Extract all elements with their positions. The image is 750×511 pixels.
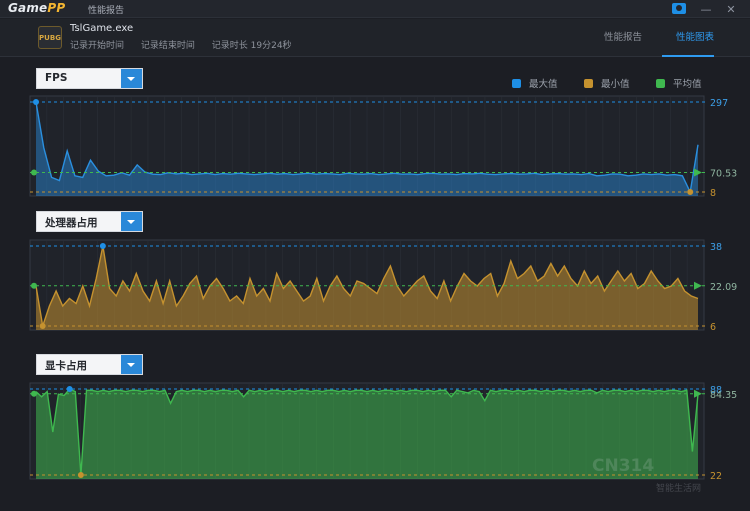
min-value-label: 8 [710,188,716,199]
gpu-select-label: 显卡占用 [45,360,87,372]
tab-performance-chart[interactable]: 性能图表 [676,29,714,43]
record-duration: 记录时长 19分24秒 [211,41,292,51]
max-value-label: 297 [710,98,728,109]
fps-chart: 297 70.53 8 [29,95,737,199]
avg-marker [31,169,37,176]
title-bar: GamePP 性能报告 — ✕ [0,0,750,18]
legend-avg: 平均值 [656,76,702,90]
avg-marker [31,390,37,397]
legend-max-swatch [512,78,521,88]
record-end-label: 记录结束时间 [140,41,195,51]
fps-select-label: FPS [45,72,68,84]
window-title: 性能报告 [88,6,125,16]
legend-min: 最小值 [584,76,630,90]
chevron-down-icon[interactable] [121,212,142,231]
avg-marker [31,282,37,289]
gpu-metric-select[interactable]: 显卡占用 [36,354,143,375]
tab-performance-report[interactable]: 性能报告 [604,29,642,43]
gamepp-logo: GamePP [8,1,66,15]
report-header: PUBG TslGame.exe 记录开始时间 记录结束时间 记录时长 19分2… [0,19,750,57]
legend-avg-label: 平均值 [673,79,702,90]
avg-value-label: 70.53 [710,169,737,180]
record-start-label: 记录开始时间 [70,41,125,51]
cpu-metric-select[interactable]: 处理器占用 [36,211,143,232]
active-tab-indicator [662,55,714,57]
legend-avg-swatch [656,78,665,88]
legend-max: 最大值 [512,76,558,90]
min-value-label: 6 [710,322,716,333]
legend-min-label: 最小值 [601,79,630,90]
legend-max-label: 最大值 [529,79,558,90]
legend-min-swatch [584,78,593,88]
close-button[interactable]: ✕ [722,0,740,18]
avg-value-label: 84.35 [710,390,737,401]
avg-value-label: 22.09 [710,282,737,293]
min-value-label: 22 [710,471,722,482]
max-value-label: 38 [710,242,722,253]
watermark-subtext: 智能生活网 [656,484,702,494]
min-marker [77,472,84,478]
max-marker [33,99,39,105]
chevron-down-icon[interactable] [121,355,142,374]
minimize-button[interactable]: — [697,0,715,18]
fps-metric-select[interactable]: FPS [36,68,143,89]
game-icon: PUBG [38,26,62,49]
chevron-down-icon[interactable] [121,69,142,88]
cpu-select-label: 处理器占用 [45,217,98,229]
screenshot-camera-icon[interactable] [672,3,686,14]
min-marker [39,323,46,329]
min-marker [687,189,694,195]
max-marker [66,386,73,392]
exe-name: TslGame.exe [70,23,134,34]
max-marker [99,243,106,249]
cpu-chart: 38 22.09 6 [29,239,737,333]
record-info: 记录开始时间 记录结束时间 记录时长 19分24秒 [70,38,306,51]
watermark-text: CN314 [592,456,655,476]
